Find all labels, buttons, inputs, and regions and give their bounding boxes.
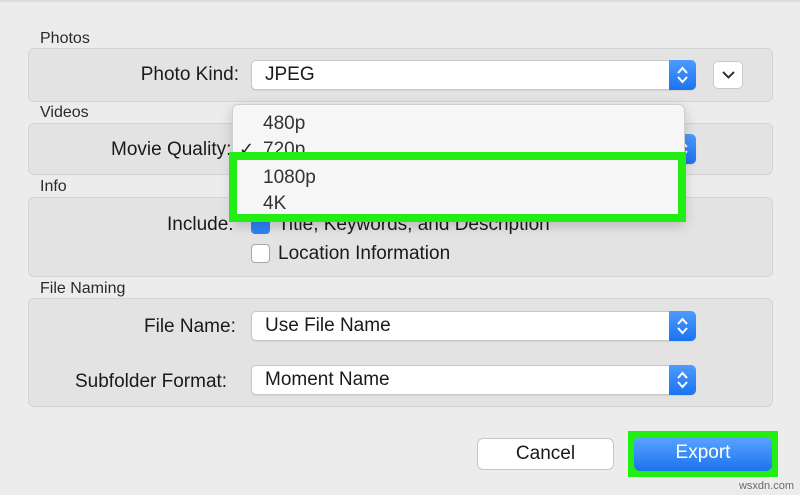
photo-kind-label: Photo Kind: — [140, 64, 239, 85]
section-label-videos: Videos — [40, 104, 89, 121]
section-label-info: Info — [40, 178, 67, 195]
menu-item-480p[interactable]: 480p — [263, 113, 305, 135]
section-label-photos: Photos — [40, 30, 90, 47]
file-name-value: Use File Name — [265, 315, 391, 336]
photo-kind-value: JPEG — [265, 64, 315, 85]
cancel-button[interactable]: Cancel — [477, 438, 614, 470]
file-name-select[interactable]: Use File Name — [251, 311, 696, 341]
include-label: Include: — [167, 214, 234, 235]
updown-arrows-icon — [669, 60, 696, 90]
subfolder-format-select[interactable]: Moment Name — [251, 365, 696, 395]
location-information-label: Location Information — [278, 243, 451, 264]
file-name-label: File Name: — [144, 316, 236, 337]
watermark: wsxdn.com — [738, 480, 794, 492]
movie-quality-label: Movie Quality: — [111, 139, 232, 160]
photo-options-button[interactable] — [713, 61, 743, 89]
subfolder-format-label: Subfolder Format: — [75, 371, 228, 392]
subfolder-format-value: Moment Name — [265, 369, 390, 390]
file-naming-box: File Name: Use File Name Subfolder Forma… — [28, 298, 773, 407]
updown-arrows-icon — [669, 365, 696, 395]
photo-kind-select[interactable]: JPEG — [251, 60, 696, 90]
export-button[interactable]: Export — [634, 437, 772, 471]
photos-box: Photo Kind: JPEG — [28, 48, 773, 102]
location-information-checkbox[interactable] — [251, 244, 270, 263]
section-label-file-naming: File Naming — [40, 280, 126, 297]
highlight-box-1080p-4k — [229, 152, 686, 222]
window-top-divider — [0, 0, 800, 2]
updown-arrows-icon — [669, 311, 696, 341]
chevron-down-icon — [722, 71, 735, 79]
